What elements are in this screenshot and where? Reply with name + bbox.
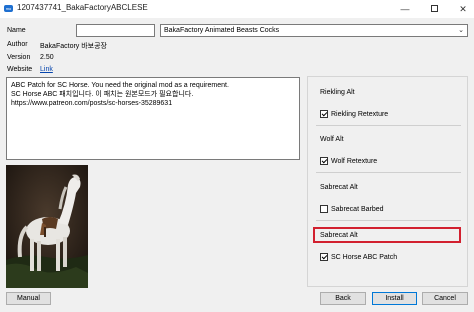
option-riekling-retexture[interactable]: Riekling Retexture bbox=[320, 110, 388, 118]
option-sabrecat-barbed[interactable]: Sabrecat Barbed bbox=[320, 205, 384, 213]
install-button[interactable]: Install bbox=[372, 292, 417, 305]
option-label: Sabrecat Barbed bbox=[331, 205, 384, 213]
version-value: 2.50 bbox=[40, 54, 54, 61]
minimize-icon[interactable]: — bbox=[398, 2, 412, 16]
group-title-wolf: Wolf Alt bbox=[320, 136, 344, 143]
window-title: 1207437741_BakaFactoryABCLESE bbox=[17, 3, 148, 12]
option-select[interactable]: BakaFactory Animated Beasts Cocks ⌄ bbox=[160, 24, 468, 37]
option-select-value: BakaFactory Animated Beasts Cocks bbox=[164, 27, 280, 34]
version-label: Version bbox=[7, 54, 31, 61]
description-box[interactable]: ABC Patch for SC Horse. You need the ori… bbox=[6, 77, 300, 160]
option-label: Wolf Retexture bbox=[331, 157, 378, 165]
description-line: ABC Patch for SC Horse. You need the ori… bbox=[11, 82, 229, 89]
description-line: SC Horse ABC 패치입니다. 이 패치는 원본모드가 필요합니다. bbox=[11, 91, 194, 98]
preview-image bbox=[6, 165, 88, 288]
checkbox-checked[interactable] bbox=[320, 157, 328, 165]
group-title-sabrecat-2: Sabrecat Alt bbox=[320, 232, 358, 239]
checkbox-checked[interactable] bbox=[320, 110, 328, 118]
checkbox-unchecked[interactable] bbox=[320, 205, 328, 213]
maximize-icon[interactable] bbox=[427, 2, 441, 16]
checkbox-checked[interactable] bbox=[320, 253, 328, 261]
group-title-sabrecat: Sabrecat Alt bbox=[320, 184, 358, 191]
option-sc-horse-abc-patch[interactable]: SC Horse ABC Patch bbox=[320, 253, 397, 261]
name-label: Name bbox=[7, 27, 26, 34]
app-icon: mo bbox=[4, 5, 13, 12]
website-label: Website bbox=[7, 66, 33, 73]
divider bbox=[316, 220, 461, 221]
author-value: BakaFactory 바보공장 bbox=[40, 43, 107, 50]
manual-button[interactable]: Manual bbox=[6, 292, 51, 305]
name-input[interactable] bbox=[76, 24, 155, 37]
description-line: https://www.patreon.com/posts/sc-horses-… bbox=[11, 100, 173, 107]
group-title-riekling: Riekling Alt bbox=[320, 89, 355, 96]
option-wolf-retexture[interactable]: Wolf Retexture bbox=[320, 157, 377, 165]
divider bbox=[316, 125, 461, 126]
cancel-button[interactable]: Cancel bbox=[422, 292, 468, 305]
website-link[interactable]: Link bbox=[40, 66, 53, 73]
chevron-down-icon: ⌄ bbox=[458, 27, 464, 34]
divider bbox=[316, 172, 461, 173]
option-label: Riekling Retexture bbox=[331, 110, 389, 118]
author-label: Author bbox=[7, 41, 28, 48]
back-button[interactable]: Back bbox=[320, 292, 366, 305]
title-bar: mo 1207437741_BakaFactoryABCLESE — ✕ bbox=[0, 0, 474, 18]
close-icon[interactable]: ✕ bbox=[456, 2, 470, 16]
option-label: SC Horse ABC Patch bbox=[331, 253, 398, 261]
